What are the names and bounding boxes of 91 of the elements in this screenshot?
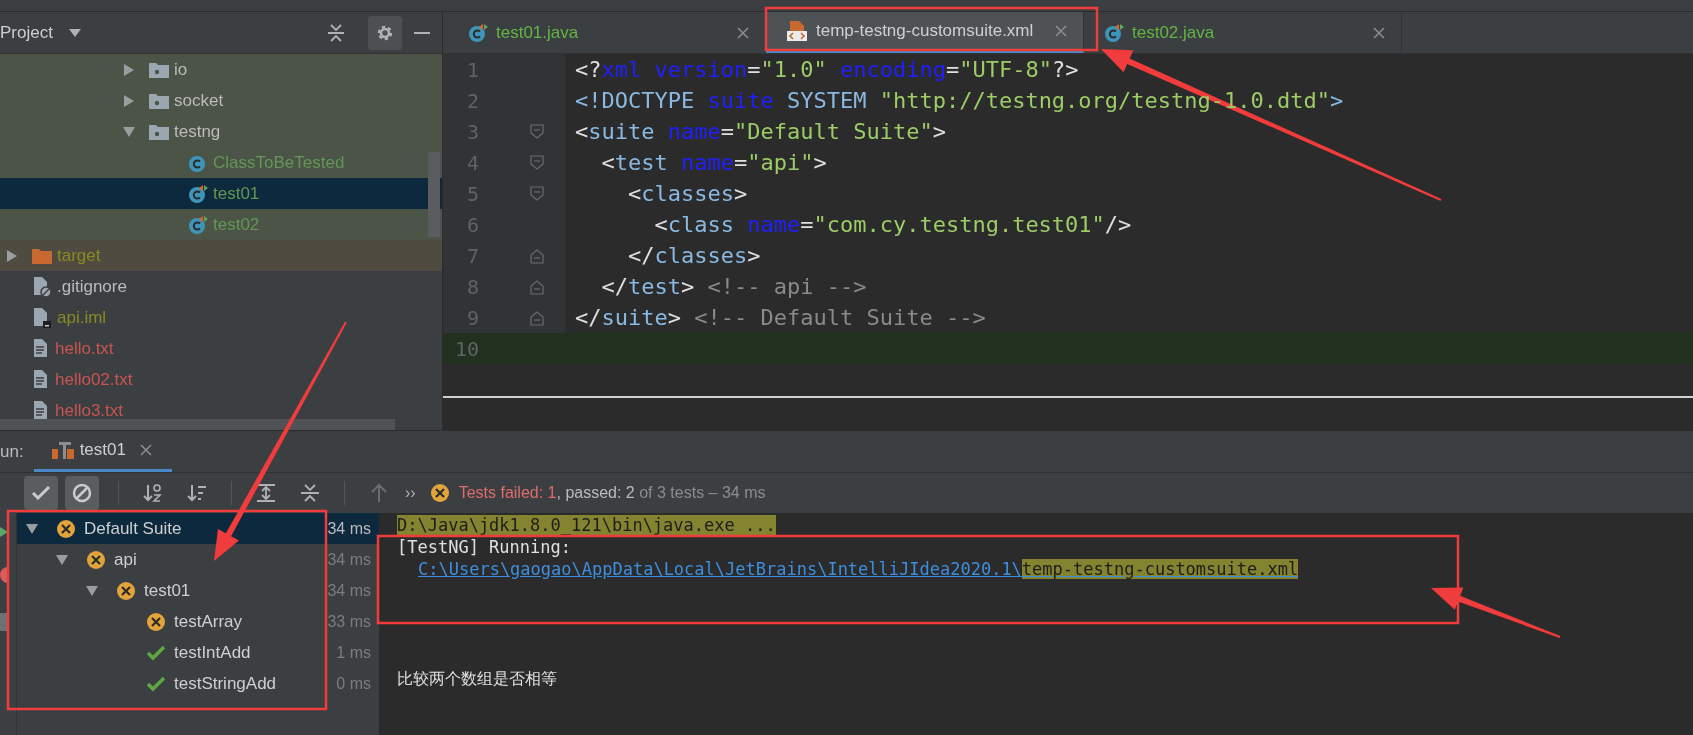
close-icon[interactable] xyxy=(1373,26,1385,39)
fold-icon[interactable] xyxy=(530,278,544,295)
test-status-text: Tests failed: 1, passed: 2 of 3 tests – 34 ms xyxy=(458,483,766,503)
editor-tab[interactable]: test01.java xyxy=(448,12,766,53)
test-class-icon xyxy=(1104,22,1124,43)
stop-icon[interactable] xyxy=(0,567,9,583)
code-line: </suite> <!-- Default Suite --> xyxy=(575,304,986,332)
test-duration: 34 ms xyxy=(327,549,371,570)
failed-icon xyxy=(429,483,450,503)
collapsed-arrow-icon[interactable] xyxy=(123,94,135,107)
tree-item[interactable]: testng xyxy=(174,118,221,145)
tree-item[interactable]: test02 xyxy=(213,211,260,238)
module-file-icon xyxy=(32,306,52,329)
console-line: [TestNG] Running: xyxy=(397,536,571,558)
test-name[interactable]: Default Suite xyxy=(84,515,328,542)
expanded-arrow-icon[interactable] xyxy=(123,125,135,138)
folder-icon xyxy=(149,92,169,109)
minimize-icon[interactable] xyxy=(414,31,430,34)
fold-icon[interactable] xyxy=(530,123,544,140)
tree-item[interactable]: target xyxy=(57,242,101,269)
collapsed-arrow-icon[interactable] xyxy=(6,249,18,262)
scrollbar-thumb[interactable] xyxy=(428,152,440,237)
scrollbar-thumb[interactable] xyxy=(0,419,395,430)
close-icon[interactable] xyxy=(1055,25,1067,37)
tree-item[interactable]: socket xyxy=(174,87,224,114)
run-icon[interactable] xyxy=(0,527,8,537)
close-icon[interactable] xyxy=(139,444,152,456)
test-name[interactable]: api xyxy=(114,546,328,573)
tree-item[interactable]: hello3.txt xyxy=(55,397,124,424)
text-file-icon xyxy=(32,399,50,422)
test-runner-icon xyxy=(51,441,74,459)
fold-icon[interactable] xyxy=(530,185,544,202)
folder-icon xyxy=(32,247,52,264)
test-duration: 33 ms xyxy=(327,611,371,632)
no-entry-icon xyxy=(72,483,92,503)
text-file-icon xyxy=(32,368,50,391)
test-class-icon xyxy=(188,214,208,235)
test-class-icon xyxy=(188,183,208,204)
console-output: 比较两个数组是否相等 xyxy=(397,668,557,690)
folder-icon xyxy=(149,123,169,140)
tree-item[interactable]: test01 xyxy=(213,180,260,207)
code-line: <class name="com.cy.testng.test01"/> xyxy=(653,211,1132,239)
collapsed-arrow-icon[interactable] xyxy=(123,63,135,76)
test-duration: 34 ms xyxy=(327,518,371,539)
text-file-icon xyxy=(32,337,50,360)
tree-item[interactable]: .gitignore xyxy=(57,273,127,300)
expanded-arrow-icon[interactable] xyxy=(26,522,38,535)
panel-label: un: xyxy=(0,440,24,463)
settings-button[interactable] xyxy=(368,15,402,50)
test-class-icon xyxy=(468,22,488,43)
editor-tab[interactable]: temp-testng-customsuite.xml xyxy=(766,12,1084,53)
sort-by-duration-icon[interactable] xyxy=(187,483,207,503)
test-duration: 1 ms xyxy=(336,642,371,663)
run-tab[interactable]: test01 xyxy=(33,431,172,472)
xml-file-icon xyxy=(786,20,808,42)
ignored-file-icon xyxy=(32,275,52,298)
dropdown-caret-icon[interactable] xyxy=(68,28,81,37)
console-line: C:\Users\gaogao\AppData\Local\JetBrains\IntelliJIdea2020.1\temp-testng-customsuite.xml xyxy=(418,558,1299,580)
code-line: <test name="api"> xyxy=(600,149,827,177)
test-name[interactable]: testStringAdd xyxy=(174,670,337,697)
test-duration: 34 ms xyxy=(327,580,371,601)
panel-title[interactable]: Project xyxy=(0,19,53,46)
sort-alphabetically-icon[interactable] xyxy=(143,483,163,503)
code-line: </test> <!-- api --> xyxy=(600,273,867,301)
folder-icon xyxy=(149,61,169,78)
expanded-arrow-icon[interactable] xyxy=(86,584,98,597)
test-duration: 0 ms xyxy=(336,673,371,694)
tree-item[interactable]: api.iml xyxy=(57,304,107,331)
code-line: <suite name="Default Suite"> xyxy=(575,118,946,146)
test-name[interactable]: test01 xyxy=(144,577,328,604)
tree-item[interactable]: io xyxy=(174,56,188,83)
more-button[interactable]: ›› xyxy=(405,481,416,505)
collapse-all-icon[interactable] xyxy=(326,23,346,42)
line-number: 10 xyxy=(453,335,479,363)
collapse-all-icon[interactable] xyxy=(300,483,320,503)
toggle-button[interactable] xyxy=(65,476,99,510)
close-icon[interactable] xyxy=(737,26,749,39)
check-icon xyxy=(31,483,51,503)
tree-item[interactable]: hello.txt xyxy=(55,335,114,362)
code-line: <classes> xyxy=(627,180,748,208)
expanded-arrow-icon[interactable] xyxy=(56,553,68,566)
tree-item[interactable]: hello02.txt xyxy=(55,366,133,393)
toggle-button[interactable] xyxy=(24,476,58,510)
code-line: </classes> xyxy=(627,242,761,270)
test-name[interactable]: testArray xyxy=(174,608,328,635)
code-line: <?xml version="1.0" encoding="UTF-8"?> xyxy=(575,56,1079,84)
test-name[interactable]: testIntAdd xyxy=(174,639,337,666)
fold-icon[interactable] xyxy=(530,309,544,326)
expand-all-icon[interactable] xyxy=(256,483,276,503)
fold-icon[interactable] xyxy=(530,154,544,171)
fold-icon[interactable] xyxy=(530,247,544,264)
